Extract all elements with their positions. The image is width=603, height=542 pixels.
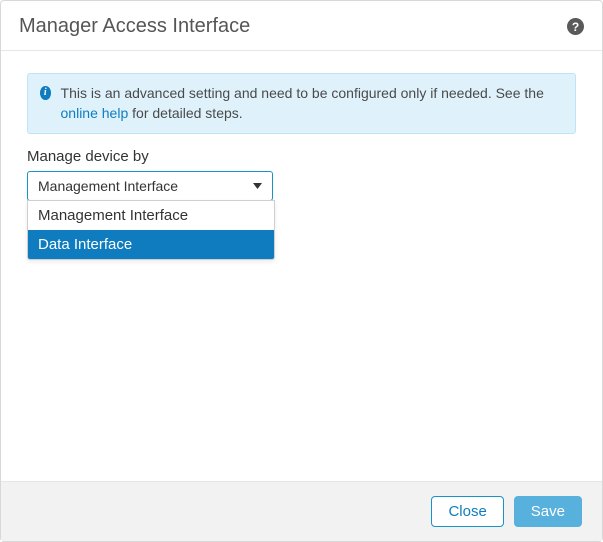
info-text: This is an advanced setting and need to … (61, 84, 563, 123)
dropdown-option-management-interface[interactable]: Management Interface (28, 201, 274, 230)
modal-body: i This is an advanced setting and need t… (1, 51, 602, 481)
chevron-down-icon (253, 183, 262, 189)
online-help-link[interactable]: online help (61, 105, 129, 121)
close-button[interactable]: Close (431, 496, 503, 527)
help-icon[interactable]: ? (567, 18, 584, 35)
manage-device-select[interactable]: Management Interface (27, 171, 273, 201)
manage-device-label: Manage device by (27, 148, 576, 165)
info-icon: i (40, 86, 51, 100)
modal-title: Manager Access Interface (19, 15, 250, 38)
save-button[interactable]: Save (514, 496, 582, 527)
info-banner: i This is an advanced setting and need t… (27, 73, 576, 134)
modal-header: Manager Access Interface ? (1, 1, 602, 51)
manage-device-dropdown: Management Interface Management Interfac… (27, 171, 273, 201)
info-text-post: for detailed steps. (128, 105, 242, 121)
dropdown-selected-value: Management Interface (38, 178, 178, 194)
modal-manager-access: Manager Access Interface ? i This is an … (0, 0, 603, 542)
dropdown-option-data-interface[interactable]: Data Interface (28, 230, 274, 259)
modal-footer: Close Save (1, 481, 602, 541)
info-text-pre: This is an advanced setting and need to … (61, 85, 544, 101)
dropdown-list: Management Interface Data Interface (27, 200, 275, 260)
